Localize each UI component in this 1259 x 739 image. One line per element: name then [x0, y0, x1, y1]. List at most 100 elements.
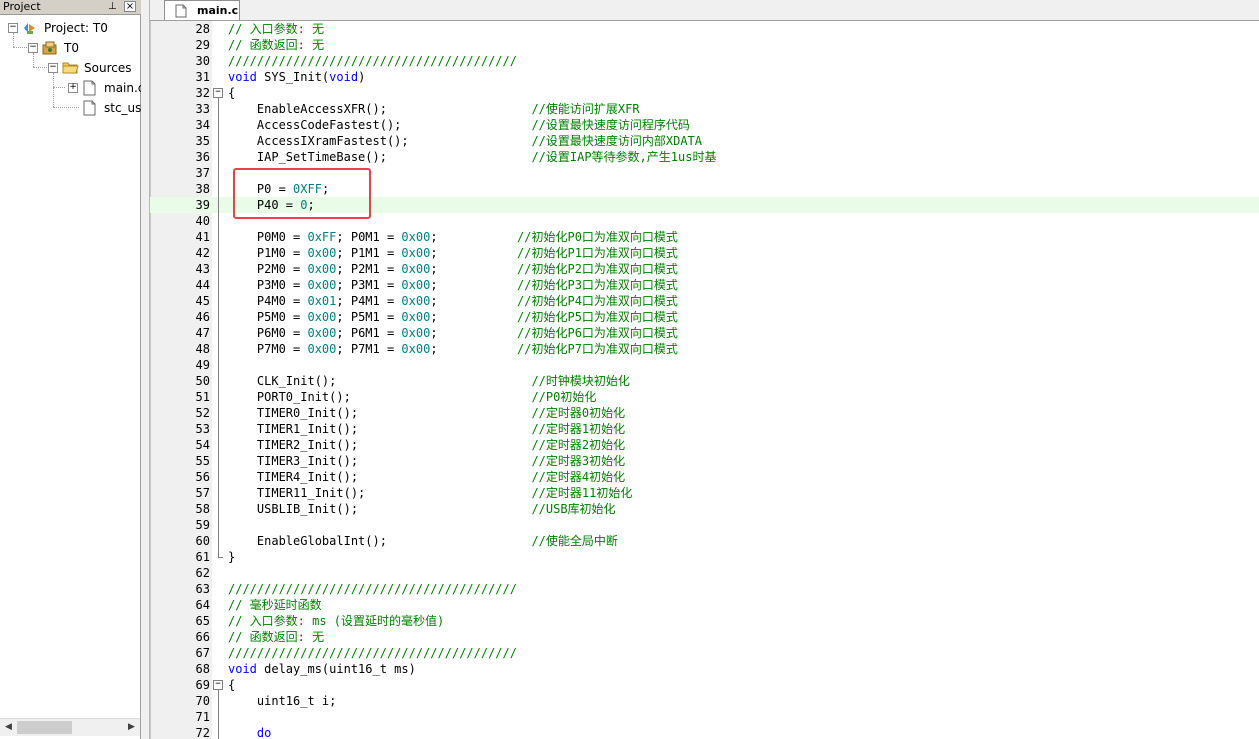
code-line[interactable]: 64 // 毫秒延时函数 [150, 597, 1259, 613]
fold-guide [218, 357, 219, 373]
fold-guide [218, 293, 219, 309]
file-icon [83, 100, 96, 118]
code-line[interactable]: 32−{ [150, 85, 1259, 101]
collapse-toggle[interactable]: − [48, 63, 58, 73]
code-line[interactable]: 70 uint16_t i; [150, 693, 1259, 709]
code-comment: //使能访问扩展XFR [531, 102, 640, 116]
code-token: ; P4M1 = [336, 294, 402, 308]
code-number: 0x00 [401, 294, 431, 308]
code-line[interactable]: 47 P6M0 = 0x00; P6M1 = 0x00; //初始化P6口为准双… [150, 325, 1259, 341]
code-line[interactable]: 68 void delay_ms(uint16_t ms) [150, 661, 1259, 677]
code-text: void SYS_Init(void) [228, 69, 365, 85]
code-line[interactable]: 51 PORT0_Init(); //P0初始化 [150, 389, 1259, 405]
code-token: ; P2M1 = [336, 262, 402, 276]
code-text: //////////////////////////////////////// [228, 581, 517, 597]
line-number: 51 [195, 390, 210, 404]
line-number: 59 [195, 518, 210, 532]
code-line[interactable]: 58 USBLIB_Init(); //USB库初始化 [150, 501, 1259, 517]
code-text: // 函数返回: 无 [228, 629, 324, 645]
code-line[interactable]: 35 AccessIXramFastest(); //设置最快速度访问内部XDA… [150, 133, 1259, 149]
line-number: 48 [195, 342, 210, 356]
code-line[interactable]: 72 do [150, 725, 1259, 739]
fold-guide [218, 213, 219, 229]
code-line[interactable]: 66 // 函数返回: 无 [150, 629, 1259, 645]
code-line[interactable]: 45 P4M0 = 0x01; P4M1 = 0x00; //初始化P4口为准双… [150, 293, 1259, 309]
fold-guide [218, 501, 219, 517]
code-line[interactable]: 43 P2M0 = 0x00; P2M1 = 0x00; //初始化P2口为准双… [150, 261, 1259, 277]
code-line[interactable]: 30 //////////////////////////////////////… [150, 53, 1259, 69]
line-number: 39 [195, 198, 210, 212]
code-comment: //定时器4初始化 [531, 470, 626, 484]
code-editor[interactable]: 28 // 入口参数: 无 29 // 函数返回: 无 30 //////////////… [150, 21, 1259, 739]
line-number: 65 [195, 614, 210, 628]
code-line[interactable]: 55 TIMER3_Init(); //定时器3初始化 [150, 453, 1259, 469]
line-number: 31 [195, 70, 210, 84]
tree-item-project[interactable]: − Project: T0 [0, 18, 141, 38]
code-lines[interactable]: 28 // 入口参数: 无 29 // 函数返回: 无 30 //////////////… [150, 21, 1259, 739]
code-token: ; P6M1 = [336, 326, 402, 340]
code-line[interactable]: 53 TIMER1_Init(); //定时器1初始化 [150, 421, 1259, 437]
code-line[interactable]: 65 // 入口参数: ms (设置延时的毫秒值) [150, 613, 1259, 629]
code-comment: // 入口参数: 无 [228, 22, 325, 36]
code-text: AccessIXramFastest(); //设置最快速度访问内部XDATA [228, 133, 702, 149]
tab-main-c[interactable]: main.c [164, 0, 240, 20]
pin-icon[interactable]: ⊥ [108, 0, 117, 14]
fold-guide [218, 229, 219, 245]
collapse-toggle[interactable]: − [8, 23, 18, 33]
code-line[interactable]: 42 P1M0 = 0x00; P1M1 = 0x00; //初始化P1口为准双… [150, 245, 1259, 261]
code-line[interactable]: 31 void SYS_Init(void) [150, 69, 1259, 85]
tree-item-label: main.c [104, 81, 141, 95]
scroll-right-arrow-icon[interactable]: ▶ [123, 719, 140, 736]
horizontal-scrollbar[interactable]: ◀ ▶ [0, 718, 140, 736]
code-number: 0x00 [307, 342, 337, 356]
panel-splitter[interactable] [141, 0, 150, 739]
code-line[interactable]: 54 TIMER2_Init(); //定时器2初始化 [150, 437, 1259, 453]
close-icon[interactable]: × [124, 1, 136, 12]
code-text: IAP_SetTimeBase(); //设置IAP等待参数,产生1us时基 [228, 149, 717, 165]
code-line[interactable]: 29 // 函数返回: 无 [150, 37, 1259, 53]
code-line[interactable]: 50 CLK_Init(); //时钟模块初始化 [150, 373, 1259, 389]
code-text: P4M0 = 0x01; P4M1 = 0x00; //初始化P4口为准双向口模… [228, 293, 678, 309]
code-line[interactable]: 33 EnableAccessXFR(); //使能访问扩展XFR [150, 101, 1259, 117]
fold-guide [218, 453, 219, 469]
code-line[interactable]: 69−{ [150, 677, 1259, 693]
code-line[interactable]: 57 TIMER11_Init(); //定时器11初始化 [150, 485, 1259, 501]
tree-item-stc-usb[interactable]: stc_usb [0, 98, 141, 118]
code-keyword: do [256, 726, 272, 739]
code-line[interactable]: 36 IAP_SetTimeBase(); //设置IAP等待参数,产生1us时… [150, 149, 1259, 165]
code-line[interactable]: 34 AccessCodeFastest(); //设置最快速度访问程序代码 [150, 117, 1259, 133]
code-line[interactable]: 44 P3M0 = 0x00; P3M1 = 0x00; //初始化P3口为准双… [150, 277, 1259, 293]
code-line[interactable]: 67 //////////////////////////////////////… [150, 645, 1259, 661]
fold-guide [218, 693, 219, 709]
collapse-toggle[interactable]: − [28, 43, 38, 53]
code-text: { [228, 677, 235, 693]
scrollbar-thumb[interactable] [17, 721, 72, 734]
tree-item-sources[interactable]: − Sources [0, 58, 141, 78]
file-icon [83, 80, 96, 98]
line-number: 66 [195, 630, 210, 644]
fold-guide [218, 533, 219, 549]
expand-toggle[interactable]: + [68, 83, 78, 93]
code-number: 0x00 [307, 310, 337, 324]
code-line[interactable]: 48 P7M0 = 0x00; P7M1 = 0x00; //初始化P7口为准双… [150, 341, 1259, 357]
code-line[interactable]: 63 //////////////////////////////////////… [150, 581, 1259, 597]
code-line[interactable]: 59 [150, 517, 1259, 533]
code-line[interactable]: 61} [150, 549, 1259, 565]
code-token: AccessIXramFastest(); [228, 134, 532, 148]
code-line[interactable]: 71 [150, 709, 1259, 725]
code-token: ; P1M1 = [336, 246, 402, 260]
fold-guide [218, 517, 219, 533]
code-line[interactable]: 28 // 入口参数: 无 [150, 21, 1259, 37]
tree-item-target[interactable]: − T0 [0, 38, 141, 58]
scroll-left-arrow-icon[interactable]: ◀ [0, 719, 17, 736]
code-text: do [228, 725, 271, 739]
code-line[interactable]: 52 TIMER0_Init(); //定时器0初始化 [150, 405, 1259, 421]
code-line[interactable]: 41 P0M0 = 0xFF; P0M1 = 0x00; //初始化P0口为准双… [150, 229, 1259, 245]
code-line[interactable]: 60 EnableGlobalInt(); //使能全局中断 [150, 533, 1259, 549]
code-text: // 入口参数: ms (设置延时的毫秒值) [228, 613, 444, 629]
code-line[interactable]: 49 [150, 357, 1259, 373]
code-line[interactable]: 46 P5M0 = 0x00; P5M1 = 0x00; //初始化P5口为准双… [150, 309, 1259, 325]
tree-item-main-c[interactable]: + main.c [0, 78, 141, 98]
code-line[interactable]: 62 [150, 565, 1259, 581]
code-line[interactable]: 56 TIMER4_Init(); //定时器4初始化 [150, 469, 1259, 485]
